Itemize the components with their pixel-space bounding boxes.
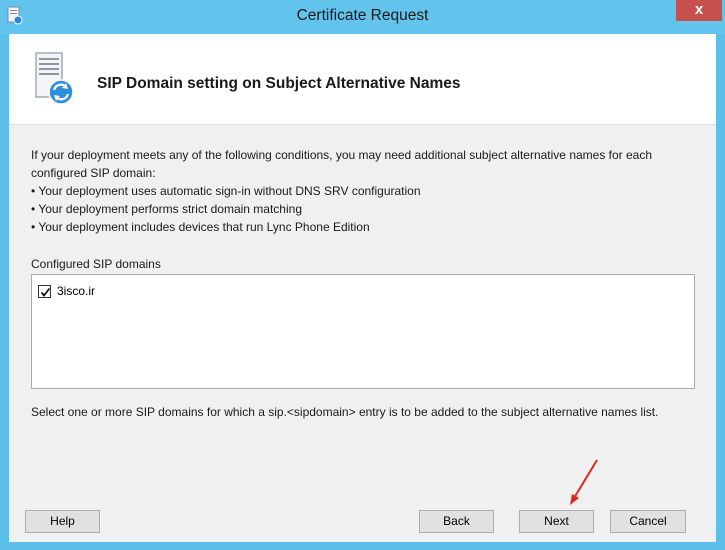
selection-hint: Select one or more SIP domains for which… [31,405,659,419]
help-button[interactable]: Help [25,510,100,533]
page-title: SIP Domain setting on Subject Alternativ… [97,75,461,92]
bullet-item: • Your deployment uses automatic sign-in… [31,184,421,198]
list-item[interactable]: 3isco.ir [38,282,95,300]
checkmark-icon [40,287,51,297]
red-arrow-annotation [570,459,598,505]
close-icon: x [694,1,704,18]
title-bar: Certificate Request x [0,0,725,34]
header-band: SIP Domain setting on Subject Alternativ… [9,34,716,125]
server-sync-icon [33,52,81,108]
window-title: Certificate Request [296,7,429,24]
sip-domains-label: Configured SIP domains [31,257,161,271]
bullet-item: • Your deployment includes devices that … [31,220,370,234]
next-button[interactable]: Next [519,510,594,533]
intro-paragraph: If your deployment meets any of the foll… [31,148,653,180]
cancel-button[interactable]: Cancel [610,510,686,533]
sip-domains-list[interactable]: 3isco.ir [31,274,695,389]
close-button[interactable]: x [676,0,722,21]
bullet-item: • Your deployment performs strict domain… [31,202,302,216]
back-button[interactable]: Back [419,510,494,533]
domain-name: 3isco.ir [57,284,96,298]
intro-text-block: If your deployment meets any of the foll… [31,146,696,236]
dialog-body: SIP Domain setting on Subject Alternativ… [9,34,716,542]
domain-checkbox[interactable] [38,284,51,298]
